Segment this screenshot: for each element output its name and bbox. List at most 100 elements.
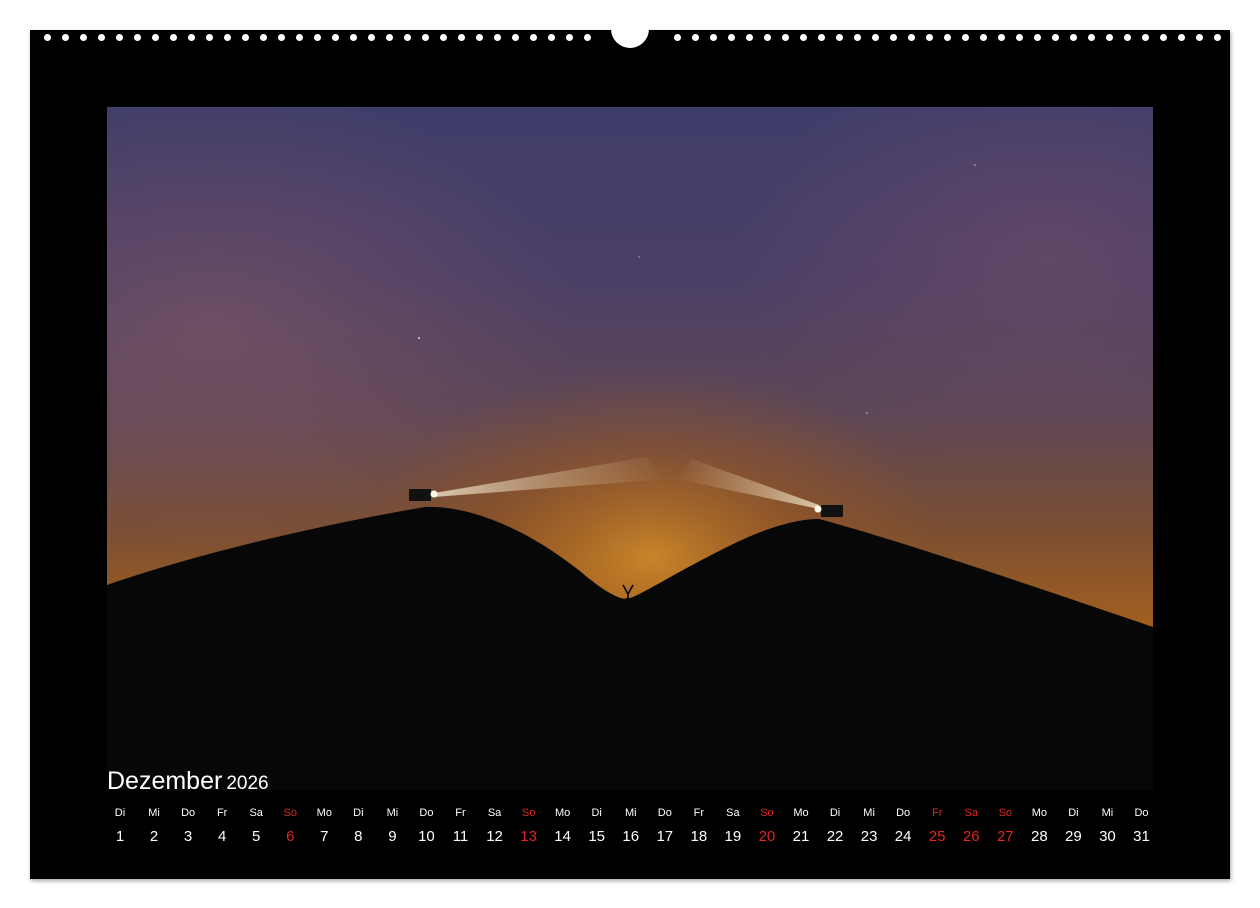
binding-hole <box>962 34 969 41</box>
binding-hole <box>332 34 339 41</box>
weekday-label: Mo <box>316 807 332 819</box>
day-number: 8 <box>354 828 363 845</box>
binding-hole <box>926 34 933 41</box>
day-number: 15 <box>588 828 606 845</box>
day-number: 11 <box>452 828 469 845</box>
calendar-page: Dezember 2026 Di 1 Mi 2 Do 3 Fr 4 Sa 5 So 6 Mo 7 Di 8 Mi 9… <box>30 22 1230 879</box>
day-number: 24 <box>894 828 912 845</box>
binding-hole <box>872 34 879 41</box>
binding-hole <box>1160 34 1167 41</box>
binding-hole <box>440 34 447 41</box>
calendar-day: So 27 <box>988 805 1022 849</box>
spiral-binding <box>30 22 1230 48</box>
calendar-day: Fr 4 <box>205 805 239 849</box>
weekday-label: Di <box>353 807 364 819</box>
day-number: 14 <box>554 828 571 845</box>
binding-hole <box>710 34 717 41</box>
binding-hole <box>458 34 465 41</box>
calendar-day: So 6 <box>273 805 307 849</box>
binding-hole <box>1142 34 1149 41</box>
calendar-day: Di 8 <box>341 805 375 849</box>
day-number: 21 <box>792 828 810 845</box>
calendar-day: Mo 14 <box>546 805 580 849</box>
calendar-day: Mo 21 <box>784 805 818 849</box>
day-number: 22 <box>826 828 844 845</box>
calendar-day: Do 3 <box>171 805 205 849</box>
day-number: 16 <box>622 828 640 845</box>
day-number: 17 <box>656 828 674 845</box>
weekday-label: Mi <box>863 807 875 819</box>
binding-hole <box>998 34 1005 41</box>
weekday-label: So <box>521 807 536 819</box>
binding-hole <box>296 34 303 41</box>
day-number: 30 <box>1099 828 1116 845</box>
calendar-day: Fr 25 <box>920 805 954 849</box>
month-title: Dezember 2026 <box>107 767 269 796</box>
weekday-label: Mo <box>555 807 571 819</box>
day-number: 28 <box>1031 828 1048 845</box>
weekday-label: Mi <box>148 807 160 819</box>
calendar-day: Mi 30 <box>1090 805 1124 849</box>
binding-hole <box>764 34 771 41</box>
binding-hole <box>80 34 87 41</box>
day-number: 27 <box>996 828 1014 845</box>
calendar-day: Mi 2 <box>137 805 171 849</box>
calendar-day: Fr 18 <box>682 805 716 849</box>
binding-hole <box>1016 34 1023 41</box>
calendar-day: Sa 19 <box>716 805 750 849</box>
binding-hole <box>242 34 249 41</box>
calendar-day: Fr 11 <box>444 805 478 849</box>
weekday-label: Fr <box>216 807 228 819</box>
weekday-label: So <box>760 807 774 819</box>
calendar-day: Sa 12 <box>478 805 512 849</box>
calendar-day-row: Di 1 Mi 2 Do 3 Fr 4 Sa 5 So 6 Mo 7 Di 8 Mi 9 Do 10 Fr 11 Sa 12 S… <box>103 805 1159 855</box>
year: 2026 <box>226 773 269 794</box>
day-number: 25 <box>928 828 946 845</box>
night-landscape-photo <box>107 107 1153 790</box>
calendar-day: Do 24 <box>886 805 920 849</box>
calendar-day: Mo 7 <box>307 805 341 849</box>
day-number: 5 <box>252 828 261 845</box>
binding-hole <box>728 34 735 41</box>
binding-hole <box>152 34 159 41</box>
binding-hole <box>1124 34 1131 41</box>
binding-hole <box>386 34 393 41</box>
day-number: 12 <box>486 828 503 845</box>
binding-hole <box>692 34 699 41</box>
weekday-label: Sa <box>249 807 263 819</box>
weekday-label: Fr <box>693 807 705 819</box>
weekday-label: Di <box>591 807 602 819</box>
hanger-notch <box>611 22 649 48</box>
weekday-label: Do <box>896 807 911 819</box>
binding-hole <box>746 34 753 41</box>
binding-hole <box>836 34 843 41</box>
day-number: 7 <box>320 828 329 845</box>
day-number: 26 <box>962 828 980 845</box>
weekday-label: Di <box>1068 807 1079 819</box>
binding-hole <box>494 34 501 41</box>
binding-hole <box>944 34 951 41</box>
binding-hole <box>206 34 213 41</box>
binding-hole <box>1070 34 1077 41</box>
weekday-label: Fr <box>455 807 466 819</box>
binding-hole <box>368 34 375 41</box>
calendar-day: Mi 23 <box>852 805 886 849</box>
binding-hole <box>980 34 987 41</box>
weekday-label: Sa <box>726 807 740 819</box>
binding-hole <box>422 34 429 41</box>
binding-hole <box>1034 34 1041 41</box>
weekday-label: Mi <box>1101 807 1114 819</box>
binding-hole <box>890 34 897 41</box>
weekday-label: Mo <box>1031 807 1047 819</box>
day-number: 23 <box>860 828 878 845</box>
binding-hole <box>1088 34 1095 41</box>
binding-hole <box>188 34 195 41</box>
calendar-day: Di 22 <box>818 805 852 849</box>
binding-hole <box>566 34 573 41</box>
weekday-label: Mi <box>386 807 399 819</box>
calendar-day: Mi 16 <box>614 805 648 849</box>
weekday-label: Do <box>419 807 434 819</box>
day-number: 3 <box>183 828 193 845</box>
binding-hole <box>548 34 555 41</box>
binding-hole <box>854 34 861 41</box>
